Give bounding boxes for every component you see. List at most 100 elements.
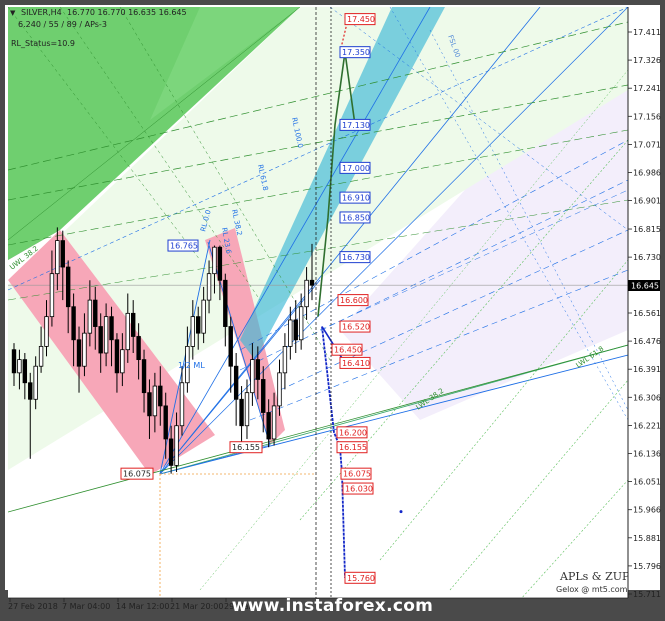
price-label-text: 16.850 [342,213,370,222]
y-tick-label: 16.986 [633,169,661,178]
candle-body [206,273,212,301]
price-label-16.765: 16.765 [167,239,199,252]
candle-body [196,316,201,334]
price-label-16.600: 16.600 [337,294,369,307]
candle-body [109,316,114,341]
candle-body [282,345,288,374]
forecast-dot [399,510,403,514]
candle-body [38,345,44,367]
chart-window[interactable]: 17.350 17.130 17.000 16.910 16.850 16.765 16.7… [0,0,665,621]
candle-body [158,385,163,407]
candle-body [22,359,28,384]
candle-body [120,349,125,374]
candle-body [87,299,93,334]
candle-body [261,379,266,413]
candle-body [223,279,228,327]
price-label-17.350: 17.350 [339,46,371,59]
candle-body [147,392,152,417]
candle-body [98,326,103,354]
candle-body [217,246,223,281]
candle-body [239,398,244,427]
price-label-15.760: 15.760 [344,571,376,584]
candle-body [125,312,130,351]
price-label-text: 16.730 [342,253,370,262]
candle-body [49,273,55,318]
y-tick-label: 17.156 [633,112,661,121]
y-tick-label: 16.901 [633,197,661,206]
watermark-bar: www.instaforex.com [0,590,665,621]
price-label-text: 17.000 [342,164,370,173]
price-label-text: 16.520 [342,323,370,332]
candle-body [141,359,147,394]
y-tick-label: 16.815 [633,225,661,234]
current-price-label: 16.645 [631,282,659,291]
candle-body [244,392,250,427]
candle-body [65,266,71,308]
candle-body [44,316,49,347]
y-tick-label: 16.391 [633,365,661,374]
candle-body [293,319,298,341]
watermark-text[interactable]: www.instaforex.com [232,596,433,616]
candle-body [212,246,217,275]
candle-body [152,385,158,417]
candle-body [174,425,179,466]
candle-body [11,349,17,374]
candle-body [17,359,22,374]
y-tick-label: 16.306 [633,393,661,402]
price-label-text: 17.350 [342,48,370,57]
price-label-text: 16.155 [232,443,260,452]
price-label-16.910: 16.910 [339,191,371,204]
y-tick-label: 17.241 [633,84,661,93]
y-tick-label: 17.326 [633,56,661,65]
candle-body [233,365,239,400]
price-label-text: 16.450 [334,346,362,355]
price-axis[interactable]: 17.411 17.326 17.241 17.156 17.071 16.986 16.9… [628,28,661,599]
y-tick-label: 15.881 [633,534,661,543]
candle-body [266,412,271,440]
price-label-text: 15.760 [347,574,375,583]
price-label-text: 16.075 [343,470,371,479]
price-label-text: 17.130 [342,121,370,130]
candle-body [288,319,293,347]
y-tick-label: 16.561 [633,309,661,318]
y-tick-label: 16.221 [633,421,661,430]
candle-body [103,316,109,354]
candle-body [114,339,120,374]
price-label-16.410: 16.410 [339,356,371,369]
candle-body [179,382,185,427]
plot-area[interactable]: 17.350 17.130 17.000 16.910 16.850 16.765 16.7… [8,7,630,600]
y-tick-label: 16.136 [633,450,661,459]
y-tick-label: 17.071 [633,140,661,149]
rl-status: RL_Status=10.9 [11,39,75,48]
line-label-half-ml: 1/2 ML [178,361,205,370]
price-label-16.850: 16.850 [339,211,371,224]
candle-body [190,316,195,347]
candle-body [33,365,38,400]
price-label-left-16.155: 16.155 [229,441,263,454]
y-tick-label: 16.476 [633,337,661,346]
candle-body [76,339,82,367]
y-tick-label: 15.796 [633,562,661,571]
candle-body [201,299,206,334]
candle-body [28,382,33,400]
indicator-params: 6.240 / 55 / 89 / APs-3 [18,20,107,29]
candle-body [55,240,60,275]
candle-body [250,359,255,394]
price-label-16.075: 16.075 [340,467,372,480]
price-label-text: 16.030 [345,485,373,494]
y-tick-label: 16.051 [633,478,661,487]
price-label-17.450: 17.450 [344,13,376,26]
header-arrow-icon: ▼ [10,9,16,17]
price-label-16.200: 16.200 [336,426,368,439]
candle-body [136,336,141,361]
price-label-text: 17.450 [347,15,375,24]
symbol-title: SILVER,H4 [21,8,62,17]
price-label-16.030: 16.030 [342,482,374,495]
price-label-text: 16.155 [339,443,367,452]
candle-body [309,279,315,286]
price-label-17.130: 17.130 [339,118,371,131]
price-label-text: 16.410 [342,359,370,368]
brand-label: APLs & ZUP [559,570,630,583]
price-label-17.000: 17.000 [339,161,371,174]
price-label-text: 16.075 [123,470,151,479]
